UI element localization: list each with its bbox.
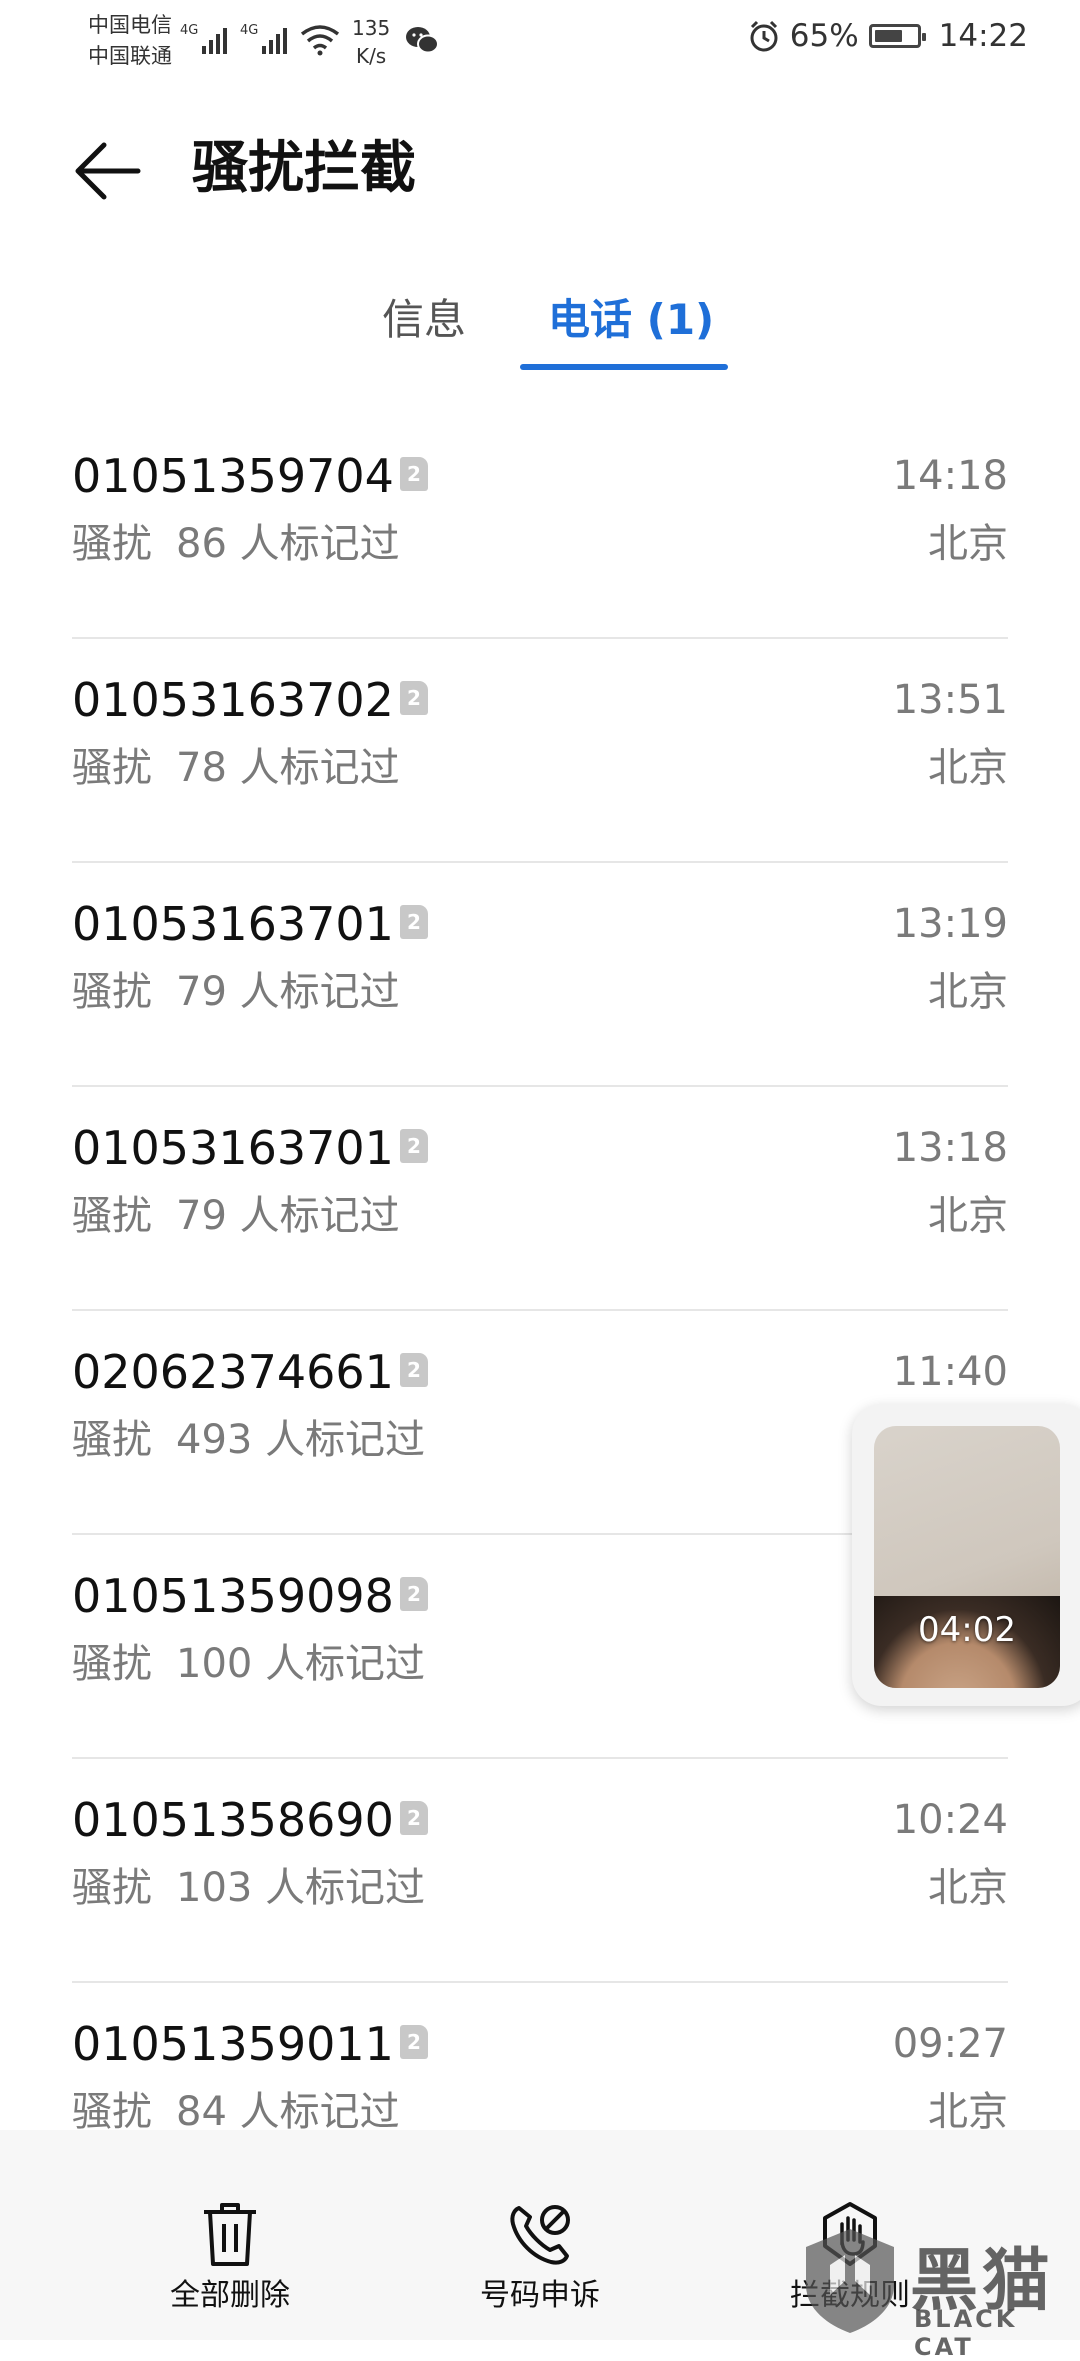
call-subtitle: 骚扰 103 人标记过 [72,1859,425,1917]
mark-count: 103 人标记过 [176,1865,426,1911]
black-cat-watermark: 黑猫 BLACK CAT [800,2225,1070,2361]
page-title: 骚扰拦截 [192,136,416,201]
tab-indicator [520,364,728,370]
wechat-icon [406,27,439,54]
call-time: 09:27 [892,2021,1008,2067]
call-location: 北京 [928,521,1008,567]
sim-card-icon: 2 [400,2025,428,2059]
video-preview: 04:02 [874,1426,1060,1688]
call-tag: 骚扰 [72,745,152,791]
mark-count: 493 人标记过 [176,1417,426,1463]
tab-bar: 信息 电话 (1) [0,280,1080,370]
network-type-2: 4G [240,23,258,38]
call-tag: 骚扰 [72,1417,152,1463]
call-location: 北京 [928,969,1008,1015]
call-subtitle: 骚扰 86 人标记过 [72,515,400,573]
shield-logo-icon [806,2229,894,2333]
phone-number: 01053163701 [72,1121,394,1175]
signal-icon-2: 4G [240,23,287,54]
wifi-icon [300,25,340,56]
trash-icon [204,2203,256,2266]
sim-card-icon: 2 [400,457,428,491]
call-time: 14:18 [892,453,1008,499]
list-item[interactable]: 01053163702 2 骚扰 78 人标记过 13:51 北京 [72,639,1008,863]
call-duration: 04:02 [918,1610,1016,1650]
call-tag: 骚扰 [72,1193,152,1239]
back-arrow-icon[interactable] [68,132,146,210]
delete-all-label: 全部删除 [170,2278,290,2313]
call-subtitle: 骚扰 100 人标记过 [72,1635,425,1693]
call-subtitle: 骚扰 79 人标记过 [72,1187,400,1245]
call-time: 13:19 [892,901,1008,947]
call-subtitle: 骚扰 79 人标记过 [72,963,400,1021]
call-location: 北京 [928,1193,1008,1239]
floating-video-window[interactable]: 04:02 [852,1404,1080,1706]
phone-number: 01051358690 [72,1793,394,1847]
right-status: 65% 14:22 [748,18,1028,54]
call-location: 北京 [928,1865,1008,1911]
carrier-1: 中国电信 [88,13,172,37]
network-speed-unit: K/s [355,44,387,68]
sim-card-icon: 2 [400,1353,428,1387]
call-time: 13:51 [892,677,1008,723]
battery-percent: 65% [789,18,859,54]
carrier-labels: 中国电信 中国联通 [88,10,172,72]
phone-number: 01051359704 [72,449,394,503]
phone-number: 01051359098 [72,1569,394,1623]
list-item[interactable]: 01051359704 2 骚扰 86 人标记过 14:18 北京 [72,415,1008,639]
call-tag: 骚扰 [72,2089,152,2135]
tab-calls[interactable]: 电话 (1) [548,290,714,350]
call-tag: 骚扰 [72,1865,152,1911]
mark-count: 86 人标记过 [176,521,400,567]
bottom-action-bar: 全部删除 号码申诉 拦截规则 黑猫 BLACK CAT [0,2130,1080,2361]
mark-count: 100 人标记过 [176,1641,426,1687]
sim-card-icon: 2 [400,1577,428,1611]
header: 骚扰拦截 [0,110,1080,230]
call-location: 北京 [928,745,1008,791]
call-time: 13:18 [892,1125,1008,1171]
number-appeal-label: 号码申诉 [480,2278,600,2313]
call-time: 11:40 [892,1349,1008,1395]
sim-card-icon: 2 [400,1129,428,1163]
network-speed-value: 135 [352,16,391,40]
sim-card-icon: 2 [400,905,428,939]
list-item[interactable]: 01053163701 2 骚扰 79 人标记过 13:19 北京 [72,863,1008,1087]
phone-block-icon [510,2205,570,2265]
mark-count: 79 人标记过 [176,969,400,1015]
signal-icon-1: 4G [180,23,227,54]
network-speed: 135 K/s [352,14,390,70]
call-time: 10:24 [892,1797,1008,1843]
sim-card-icon: 2 [400,1801,428,1835]
call-tag: 骚扰 [72,521,152,567]
sim-card-icon: 2 [400,681,428,715]
call-tag: 骚扰 [72,969,152,1015]
phone-number: 02062374661 [72,1345,394,1399]
watermark-en: BLACK CAT [914,2305,1018,2361]
phone-number: 01051359011 [72,2017,394,2071]
number-appeal-button[interactable]: 号码申诉 [430,2200,650,2316]
list-item[interactable]: 01051358690 2 骚扰 103 人标记过 10:24 北京 [72,1759,1008,1983]
call-tag: 骚扰 [72,1641,152,1687]
call-subtitle: 骚扰 493 人标记过 [72,1411,425,1469]
call-subtitle: 骚扰 78 人标记过 [72,739,400,797]
tab-messages[interactable]: 信息 [382,290,466,350]
status-bar: 中国电信 中国联通 4G 4G 135 K/s 65% 14:22 [0,0,1080,80]
mark-count: 78 人标记过 [176,745,400,791]
network-type-1: 4G [180,23,198,38]
list-item[interactable]: 01053163701 2 骚扰 79 人标记过 13:18 北京 [72,1087,1008,1311]
alarm-icon [750,20,778,52]
blocked-call-list: 01051359704 2 骚扰 86 人标记过 14:18 北京 0105316… [72,415,1008,2207]
delete-all-button[interactable]: 全部删除 [120,2200,340,2316]
phone-number: 01053163701 [72,897,394,951]
battery-icon [868,24,926,48]
phone-number: 01053163702 [72,673,394,727]
carrier-2: 中国联通 [88,44,172,68]
mark-count: 79 人标记过 [176,1193,400,1239]
clock: 14:22 [938,18,1028,54]
mark-count: 84 人标记过 [176,2089,400,2135]
